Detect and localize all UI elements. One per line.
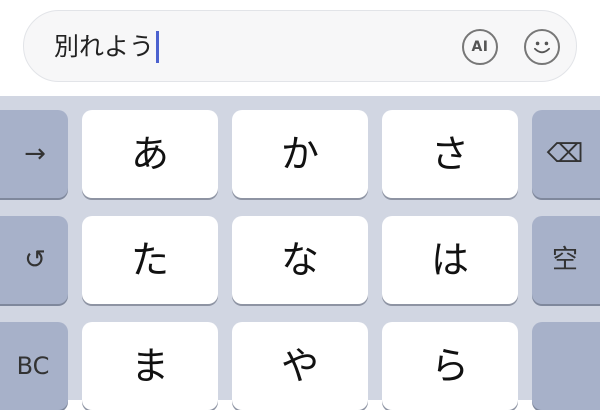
key-na[interactable]: な xyxy=(232,216,368,304)
next-arrow-key[interactable]: → xyxy=(0,110,68,198)
input-text-container: 別れよう xyxy=(54,31,160,63)
key-ka[interactable]: か xyxy=(232,110,368,198)
abc-mode-label: BC xyxy=(16,352,50,380)
backspace-key[interactable]: ⌫ xyxy=(532,110,600,198)
arrow-right-icon: → xyxy=(24,139,46,169)
text-caret xyxy=(156,31,160,63)
key-a[interactable]: あ xyxy=(82,110,218,198)
space-key[interactable]: 空 xyxy=(532,216,600,304)
smiley-face-icon[interactable] xyxy=(524,29,560,65)
key-ma[interactable]: ま xyxy=(82,322,218,410)
ai-button-label: AI xyxy=(471,39,489,55)
abc-mode-key[interactable]: BC xyxy=(0,322,68,410)
undo-icon: ↺ xyxy=(24,245,46,275)
space-key-label: 空 xyxy=(551,245,578,275)
ai-button[interactable]: AI xyxy=(462,29,498,65)
enter-key[interactable] xyxy=(532,322,600,410)
backspace-icon: ⌫ xyxy=(546,139,584,169)
key-ta[interactable]: た xyxy=(82,216,218,304)
keyboard: → あ か さ ⌫ ↺ た な は 空 BC ま や ら xyxy=(0,96,600,410)
text-input-field[interactable]: 別れよう AI xyxy=(23,10,577,82)
key-sa[interactable]: さ xyxy=(382,110,518,198)
key-ra[interactable]: ら xyxy=(382,322,518,410)
key-ya[interactable]: や xyxy=(232,322,368,410)
input-text: 別れよう xyxy=(54,32,155,61)
key-ha[interactable]: は xyxy=(382,216,518,304)
input-bar: 別れよう AI xyxy=(0,0,600,96)
undo-key[interactable]: ↺ xyxy=(0,216,68,304)
